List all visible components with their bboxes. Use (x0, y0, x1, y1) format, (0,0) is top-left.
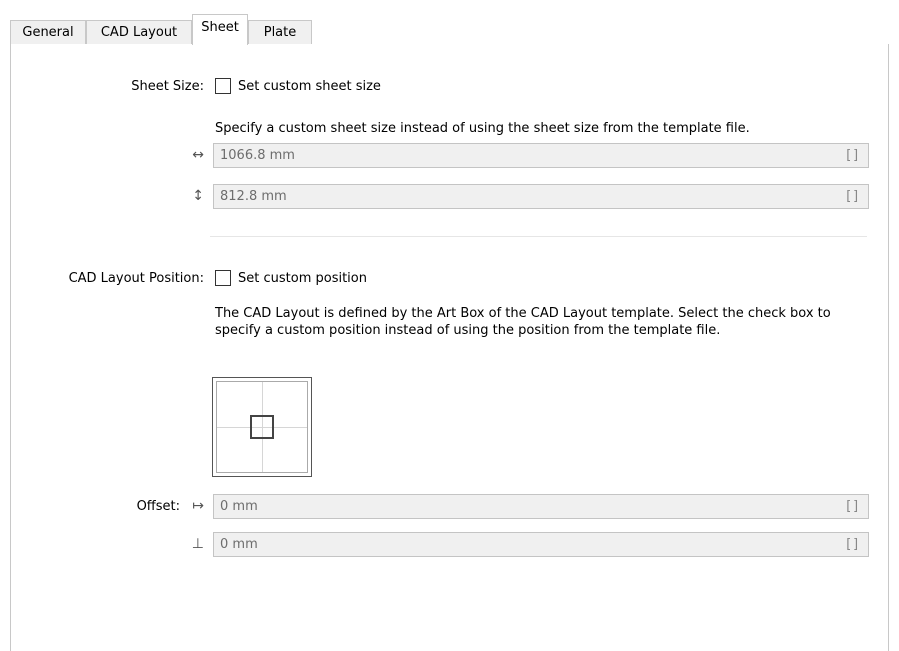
offset-y-unit-button[interactable]: [] (844, 533, 860, 556)
set-custom-position-row[interactable]: Set custom position (215, 270, 367, 286)
offset-label: Offset: (136, 499, 180, 514)
offset-x-field[interactable]: 0 mm [] (213, 494, 869, 519)
tab-cad-layout[interactable]: CAD Layout (86, 20, 192, 44)
tab-bar: General CAD Layout Sheet Plate (10, 14, 888, 45)
sheet-width-unit-button[interactable]: [] (844, 144, 860, 167)
position-preview-widget[interactable] (212, 377, 312, 477)
set-custom-sheet-size-row[interactable]: Set custom sheet size (215, 78, 381, 94)
offset-y-field[interactable]: 0 mm [] (213, 532, 869, 557)
set-custom-position-checkbox[interactable] (215, 270, 231, 286)
offset-x-unit-button[interactable]: [] (844, 495, 860, 518)
vertical-arrow-icon: ↕ (192, 188, 204, 204)
sheet-width-field[interactable]: 1066.8 mm [] (213, 143, 869, 168)
position-preview-layout-box[interactable] (250, 415, 274, 439)
sheet-size-label: Sheet Size: (131, 79, 204, 94)
sheet-height-unit-button[interactable]: [] (844, 185, 860, 208)
section-divider (210, 236, 867, 237)
horizontal-offset-icon: ↦ (192, 498, 204, 514)
tab-general[interactable]: General (10, 20, 86, 44)
cad-layout-position-label: CAD Layout Position: (68, 271, 204, 286)
set-custom-position-label[interactable]: Set custom position (238, 271, 367, 286)
vertical-offset-icon: ⊥ (191, 536, 204, 552)
sheet-size-description: Specify a custom sheet size instead of u… (215, 121, 750, 136)
sheet-height-field[interactable]: 812.8 mm [] (213, 184, 869, 209)
offset-x-value[interactable]: 0 mm (220, 499, 258, 514)
cad-layout-position-description: The CAD Layout is defined by the Art Box… (215, 306, 831, 338)
set-custom-sheet-size-label[interactable]: Set custom sheet size (238, 79, 381, 94)
horizontal-arrow-icon: ↔ (192, 147, 204, 163)
sheet-width-value[interactable]: 1066.8 mm (220, 148, 295, 163)
tab-plate[interactable]: Plate (248, 20, 312, 44)
offset-y-value[interactable]: 0 mm (220, 537, 258, 552)
tab-sheet[interactable]: Sheet (192, 14, 248, 45)
set-custom-sheet-size-checkbox[interactable] (215, 78, 231, 94)
sheet-height-value[interactable]: 812.8 mm (220, 189, 287, 204)
